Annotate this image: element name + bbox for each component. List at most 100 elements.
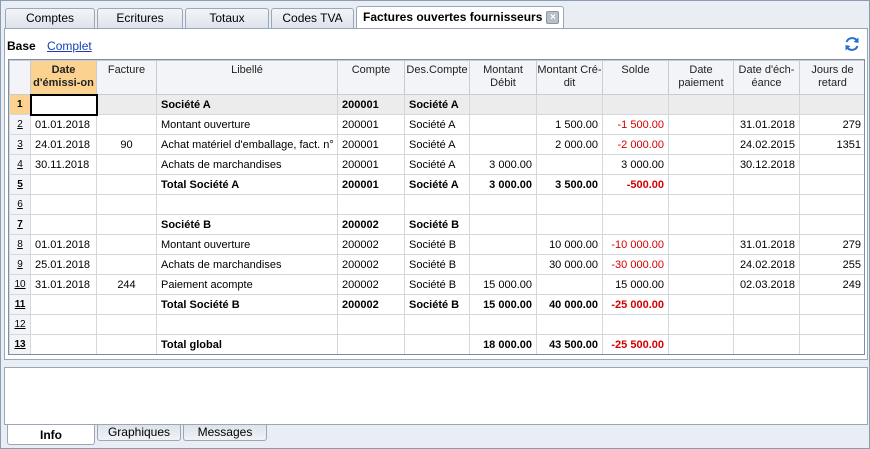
col-header-compte[interactable]: Compte [337,60,405,95]
row-number[interactable]: 12 [9,314,31,335]
row-number[interactable]: 7 [9,214,31,235]
jours-retard-cell[interactable] [799,334,864,354]
jours-retard-cell[interactable]: 249 [799,274,864,295]
table-row[interactable]: 13 Total global 18 000.00 43 500.00 -25 500.… [9,334,864,354]
montant-credit-cell[interactable] [536,194,603,215]
date-paiement-cell[interactable] [668,114,734,135]
jours-retard-cell[interactable] [799,94,864,115]
date-paiement-cell[interactable] [668,154,734,175]
view-complet-link[interactable]: Complet [47,39,92,53]
jours-retard-cell[interactable]: 279 [799,234,864,255]
libelle-cell[interactable]: Total global [156,334,338,354]
date-echeance-cell[interactable]: 02.03.2018 [733,274,800,295]
solde-cell[interactable]: -500.00 [602,174,669,195]
montant-debit-cell[interactable] [469,314,537,335]
row-number[interactable]: 13 [9,334,31,354]
table-row[interactable]: 6 [9,194,864,215]
row-number[interactable]: 6 [9,194,31,215]
date-emission-cell[interactable] [30,294,97,315]
des-compte-cell[interactable] [404,314,470,335]
solde-cell[interactable] [602,194,669,215]
libelle-cell[interactable]: Achats de marchandises [156,154,338,175]
col-header-date-emission[interactable]: Date d'émissi-on [30,60,97,95]
table-row[interactable]: 11 Total Société B 200002 Société B 15 000.0… [9,294,864,315]
col-header-libelle[interactable]: Libellé [156,60,338,95]
facture-cell[interactable] [96,114,157,135]
facture-cell[interactable] [96,154,157,175]
des-compte-cell[interactable]: Société B [404,274,470,295]
libelle-cell[interactable]: Montant ouverture [156,234,338,255]
tab-codes-tva[interactable]: Codes TVA [271,8,354,28]
bottom-tab-messages[interactable]: Messages [183,425,267,441]
date-emission-cell[interactable] [30,194,97,215]
col-header-facture[interactable]: Facture [96,60,157,95]
montant-credit-cell[interactable]: 3 500.00 [536,174,603,195]
facture-cell[interactable]: 90 [96,134,157,155]
solde-cell[interactable]: -25 000.00 [602,294,669,315]
row-number[interactable]: 2 [9,114,31,135]
data-grid[interactable]: Date d'émissi-on Facture Libellé Compte … [8,59,865,355]
date-paiement-cell[interactable] [668,94,734,115]
des-compte-cell[interactable]: Société B [404,214,470,235]
refresh-icon[interactable] [843,35,861,53]
libelle-cell[interactable]: Achat matériel d'emballage, fact. n° 9 [156,134,338,155]
jours-retard-cell[interactable] [799,214,864,235]
row-number[interactable]: 8 [9,234,31,255]
date-paiement-cell[interactable] [668,294,734,315]
facture-cell[interactable] [96,314,157,335]
compte-cell[interactable]: 200002 [337,274,405,295]
libelle-cell[interactable]: Société A [156,94,338,115]
montant-debit-cell[interactable] [469,114,537,135]
facture-cell[interactable] [96,214,157,235]
jours-retard-cell[interactable] [799,174,864,195]
date-paiement-cell[interactable] [668,234,734,255]
table-row[interactable]: 10 31.01.2018 244 Paiement acompte 200002 Soc… [9,274,864,295]
compte-cell[interactable]: 200002 [337,234,405,255]
compte-cell[interactable] [337,194,405,215]
solde-cell[interactable]: -1 500.00 [602,114,669,135]
montant-debit-cell[interactable] [469,234,537,255]
row-number[interactable]: 10 [9,274,31,295]
libelle-cell[interactable]: Achats de marchandises [156,254,338,275]
col-header-jours-retard[interactable]: Jours de retard [799,60,864,95]
col-header-solde[interactable]: Solde [602,60,669,95]
bottom-tab-graphiques[interactable]: Graphiques [97,425,181,441]
montant-credit-cell[interactable]: 2 000.00 [536,134,603,155]
montant-credit-cell[interactable]: 43 500.00 [536,334,603,354]
compte-cell[interactable]: 200001 [337,134,405,155]
table-row[interactable]: 4 30.11.2018 Achats de marchandises 200001 S… [9,154,864,175]
des-compte-cell[interactable]: Société A [404,94,470,115]
montant-credit-cell[interactable]: 30 000.00 [536,254,603,275]
solde-cell[interactable]: -30 000.00 [602,254,669,275]
table-row[interactable]: 2 01.01.2018 Montant ouverture 200001 Sociét… [9,114,864,135]
row-number[interactable]: 4 [9,154,31,175]
montant-credit-cell[interactable] [536,214,603,235]
libelle-cell[interactable]: Total Société A [156,174,338,195]
solde-cell[interactable]: -10 000.00 [602,234,669,255]
date-emission-cell[interactable] [30,214,97,235]
col-header-montant-debit[interactable]: Montant Débit [469,60,537,95]
date-echeance-cell[interactable]: 24.02.2015 [733,134,800,155]
libelle-cell[interactable] [156,314,338,335]
date-emission-cell[interactable]: 30.11.2018 [30,154,97,175]
libelle-cell[interactable] [156,194,338,215]
date-echeance-cell[interactable]: 24.02.2018 [733,254,800,275]
facture-cell[interactable] [96,234,157,255]
row-number[interactable]: 3 [9,134,31,155]
bottom-tab-info[interactable]: Info [7,425,95,445]
libelle-cell[interactable]: Total Société B [156,294,338,315]
date-paiement-cell[interactable] [668,254,734,275]
montant-credit-cell[interactable] [536,274,603,295]
compte-cell[interactable]: 200001 [337,174,405,195]
montant-credit-cell[interactable] [536,94,603,115]
solde-cell[interactable] [602,94,669,115]
table-row[interactable]: 7 Société B 200002 Société B [9,214,864,235]
table-row[interactable]: 12 [9,314,864,335]
compte-cell[interactable]: 200002 [337,254,405,275]
compte-cell[interactable] [337,334,405,354]
date-emission-cell[interactable]: 31.01.2018 [30,274,97,295]
row-number[interactable]: 9 [9,254,31,275]
solde-cell[interactable]: 15 000.00 [602,274,669,295]
solde-cell[interactable]: 3 000.00 [602,154,669,175]
date-emission-cell[interactable] [30,174,97,195]
